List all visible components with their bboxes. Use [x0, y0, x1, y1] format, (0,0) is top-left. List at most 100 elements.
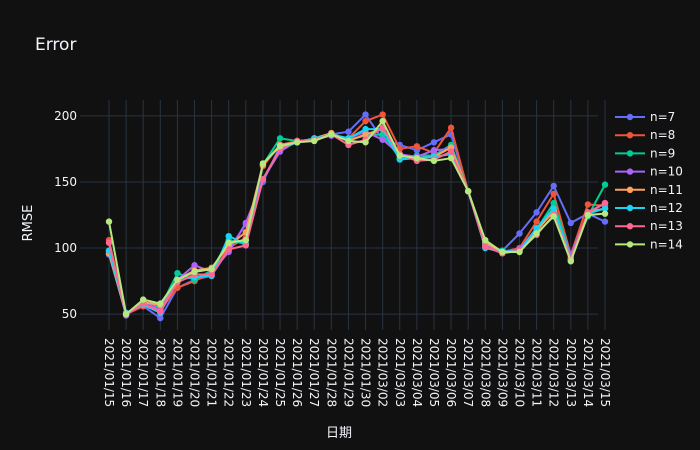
- data-point: [379, 136, 386, 143]
- series-line: [108, 130, 606, 318]
- data-point: [225, 232, 232, 240]
- legend-marker: [626, 241, 634, 248]
- x-tick-label: 2021/03/02: [376, 338, 390, 407]
- x-tick-label: 2021/03/12: [547, 338, 561, 407]
- data-point: [567, 219, 574, 227]
- data-point: [464, 188, 472, 195]
- x-tick-label: 2021/01/22: [222, 338, 236, 407]
- data-point: [430, 157, 438, 165]
- x-tick-label: 2021/01/28: [324, 338, 338, 407]
- x-tick-label: 2021/03/04: [410, 338, 424, 407]
- x-tick-label: 2021/01/19: [170, 338, 184, 407]
- legend-item[interactable]: n=13: [615, 219, 683, 233]
- x-tick-label: 2021/01/17: [136, 338, 150, 407]
- legend-item[interactable]: n=11: [615, 183, 683, 197]
- data-point: [174, 269, 181, 277]
- data-point: [413, 154, 421, 162]
- data-point: [601, 181, 609, 188]
- legend-label: n=11: [650, 183, 683, 197]
- legend-marker: [626, 150, 634, 157]
- data-point: [174, 276, 181, 283]
- y-axis-ticks: 50 100 150 200: [54, 109, 77, 321]
- legend-item[interactable]: n=8: [615, 128, 675, 142]
- y-tick-label: 150: [54, 175, 77, 189]
- data-point: [157, 300, 164, 307]
- legend-item[interactable]: n=12: [615, 201, 683, 215]
- y-axis-title: RMSE: [21, 205, 36, 242]
- data-point: [362, 125, 369, 133]
- x-tick-label: 2021/01/18: [153, 338, 167, 407]
- x-tick-label: 2021/01/21: [205, 338, 219, 407]
- series-lines: [105, 111, 609, 322]
- legend[interactable]: n=7 n=8 n=9 n=10 n=11 n=12 n=13 n=14: [615, 110, 683, 251]
- data-point: [550, 205, 557, 212]
- series-line: [108, 133, 606, 316]
- x-tick-label: 2021/03/13: [564, 338, 578, 407]
- legend-marker: [626, 204, 634, 212]
- data-point: [567, 258, 574, 265]
- x-tick-label: 2021/03/05: [427, 338, 441, 407]
- data-point: [550, 213, 557, 220]
- legend-marker: [626, 186, 634, 193]
- data-point: [328, 131, 335, 138]
- series-n=12: [105, 125, 609, 317]
- data-point: [601, 199, 609, 207]
- data-point: [276, 143, 284, 150]
- data-point: [601, 210, 609, 217]
- data-point: [430, 147, 438, 154]
- data-point: [293, 139, 301, 146]
- y-tick-label: 200: [54, 109, 77, 123]
- chart-canvas: Error 50100150200 2021/01/15 2021/01/16 20…: [21, 35, 683, 441]
- series-line: [108, 112, 606, 320]
- data-point: [362, 139, 369, 146]
- data-point: [311, 137, 318, 145]
- x-tick-label: 2021/01/15: [102, 338, 116, 407]
- data-point: [379, 111, 386, 118]
- x-tick-label: 2021/03/03: [393, 338, 407, 407]
- data-point: [584, 201, 592, 208]
- y-tick-label: 100: [54, 241, 77, 255]
- data-point: [413, 143, 421, 150]
- data-point: [345, 137, 352, 145]
- series-n=10: [105, 128, 609, 319]
- data-point: [105, 218, 113, 225]
- x-tick-label: 2021/01/27: [307, 338, 321, 407]
- x-tick-label: 2021/03/07: [461, 338, 475, 407]
- legend-label: n=7: [650, 110, 675, 124]
- x-tick-label: 2021/01/20: [188, 338, 202, 407]
- legend-label: n=12: [650, 201, 683, 215]
- data-point: [208, 265, 215, 273]
- legend-label: n=14: [650, 237, 683, 251]
- legend-label: n=8: [650, 128, 675, 142]
- data-point: [447, 148, 455, 155]
- legend-marker: [626, 223, 634, 230]
- data-point: [533, 230, 540, 237]
- gridlines: [80, 100, 606, 330]
- data-point: [259, 160, 267, 167]
- data-point: [379, 117, 386, 125]
- x-tick-label: 2021/03/10: [512, 338, 526, 407]
- data-point: [533, 209, 540, 216]
- x-tick-label: 2021/03/09: [495, 338, 509, 407]
- data-point: [533, 218, 540, 225]
- y-tick-label: 50: [62, 307, 77, 321]
- legend-marker: [626, 132, 634, 139]
- data-point: [362, 117, 369, 125]
- series-n=11: [105, 125, 609, 318]
- legend-item[interactable]: n=9: [615, 146, 675, 160]
- legend-item[interactable]: n=14: [615, 237, 683, 251]
- legend-item[interactable]: n=7: [615, 110, 675, 124]
- x-tick-label: 2021/03/14: [581, 338, 595, 407]
- data-point: [396, 152, 403, 159]
- data-point: [345, 128, 352, 135]
- data-point: [362, 111, 369, 118]
- data-point: [140, 296, 147, 303]
- data-point: [447, 154, 455, 162]
- legend-item[interactable]: n=10: [615, 165, 683, 179]
- x-axis-title: 日期: [326, 426, 352, 441]
- series-n=9: [105, 131, 609, 318]
- data-point: [550, 182, 557, 190]
- data-point: [482, 243, 489, 250]
- x-tick-label: 2021/01/23: [239, 338, 253, 407]
- x-tick-label: 2021/01/25: [273, 338, 287, 407]
